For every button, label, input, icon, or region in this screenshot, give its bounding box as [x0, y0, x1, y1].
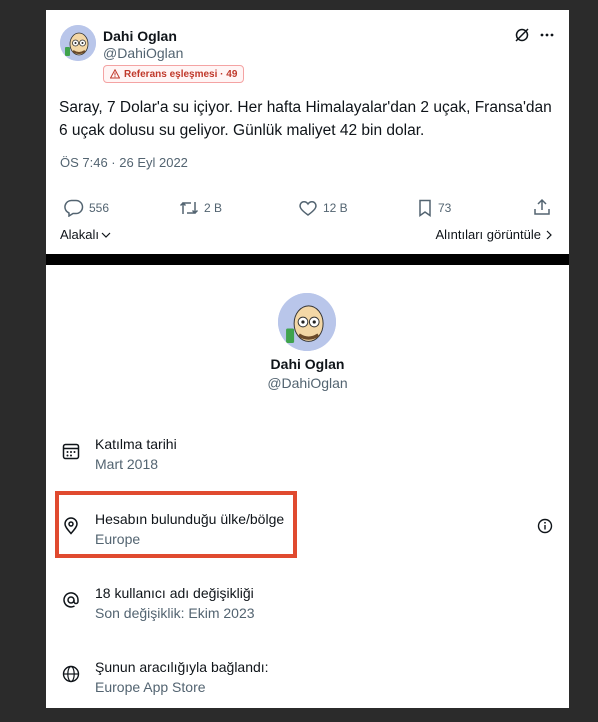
- reply-icon: [64, 199, 84, 217]
- profile-handle: @DahiOglan: [267, 375, 348, 391]
- view-quotes-link[interactable]: Alıntıları görüntüle: [435, 227, 553, 242]
- tweet-actions: 556 2 B 12 B 73: [64, 198, 554, 220]
- retweet-icon: [179, 201, 199, 215]
- related-dropdown[interactable]: Alakalı: [60, 227, 111, 242]
- about-account-panel: Dahi Oglan @DahiOglan Katılma tarihi Mar…: [46, 265, 569, 708]
- info-icon[interactable]: [537, 518, 553, 534]
- at-sign-icon: [63, 592, 79, 608]
- tweet-text: Saray, 7 Dolar'a su içiyor. Her hafta Hi…: [59, 99, 552, 139]
- calendar-icon: [62, 443, 80, 460]
- heart-icon: [299, 201, 317, 216]
- row-label: 18 kullanıcı adı değişikliği: [95, 585, 254, 601]
- connected-via-row: Şunun aracılığıyla bağlandı: Europe App …: [46, 653, 569, 703]
- joined-date-row: Katılma tarihi Mart 2018: [46, 430, 569, 480]
- divider: [46, 254, 569, 265]
- like-count: 12 B: [323, 201, 348, 215]
- username-changes-row: 18 kullanıcı adı değişikliği Son değişik…: [46, 579, 569, 629]
- warning-icon: [110, 69, 120, 79]
- more-options-icon[interactable]: [539, 32, 555, 38]
- author-name[interactable]: Dahi Oglan: [103, 28, 177, 44]
- profile-name: Dahi Oglan: [270, 356, 345, 372]
- profile-avatar[interactable]: [278, 293, 336, 351]
- bookmark-button[interactable]: 73: [417, 199, 451, 217]
- chevron-down-icon: [101, 232, 111, 238]
- grok-icon[interactable]: [514, 27, 530, 43]
- row-value: Europe App Store: [95, 679, 206, 695]
- retweet-button[interactable]: 2 B: [179, 199, 222, 217]
- tweet-card: Dahi Oglan @DahiOglan Referans eşleşmesi…: [46, 10, 569, 254]
- row-value: Mart 2018: [95, 456, 159, 472]
- highlight-box: [55, 491, 297, 558]
- retweet-count: 2 B: [204, 201, 223, 215]
- author-handle[interactable]: @DahiOglan: [103, 45, 183, 61]
- share-icon[interactable]: [533, 198, 551, 216]
- related-label: Alakalı: [60, 227, 100, 242]
- reference-match-badge: Referans eşleşmesi · 49: [103, 65, 245, 83]
- like-button[interactable]: 12 B: [298, 199, 348, 217]
- bookmark-icon: [419, 199, 431, 217]
- chevron-right-icon: [546, 230, 552, 239]
- reply-count: 556: [89, 201, 110, 215]
- badge-label: Referans eşleşmesi · 49: [124, 68, 238, 80]
- globe-icon: [62, 665, 80, 683]
- tweet-timestamp[interactable]: ÖS 7:46 · 26 Eyl 2022: [60, 155, 188, 170]
- avatar[interactable]: [60, 25, 96, 61]
- row-label: Katılma tarihi: [95, 436, 177, 452]
- bookmark-count: 73: [438, 201, 452, 215]
- view-quotes-label: Alıntıları görüntüle: [435, 227, 541, 242]
- reply-button[interactable]: 556: [64, 199, 109, 217]
- row-value: Son değişiklik: Ekim 2023: [95, 605, 255, 621]
- row-label: Şunun aracılığıyla bağlandı:: [95, 659, 269, 675]
